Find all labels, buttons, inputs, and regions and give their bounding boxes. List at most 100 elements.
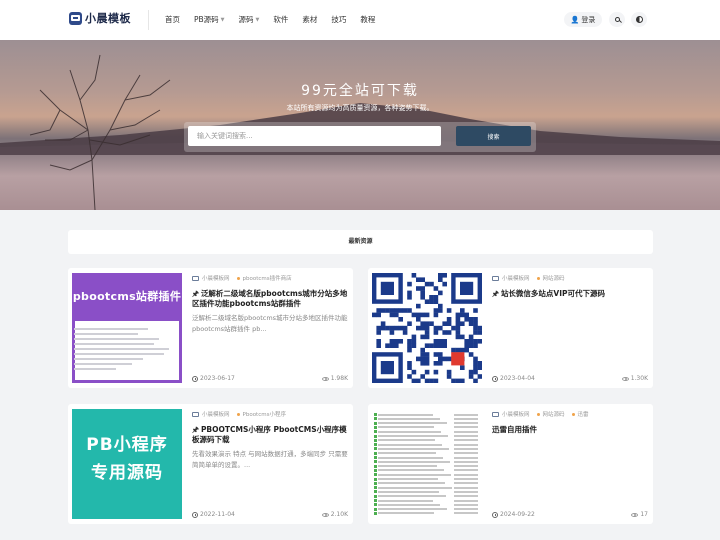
qr-module (455, 312, 461, 318)
list-row-date (454, 413, 478, 416)
card-author[interactable]: 小晨模板网 (202, 410, 230, 418)
card-thumbnail[interactable] (372, 273, 482, 383)
card-title-text: 站长微信多站点VIP可代下源码 (500, 289, 606, 298)
card-title-text: 迅雷自用插件 (492, 425, 537, 434)
card-author[interactable]: 小晨模板网 (502, 410, 530, 418)
monitor-icon (192, 411, 199, 417)
list-row-icon (374, 425, 377, 429)
card-title[interactable]: 🖈 PBOOTCMS小程序 PbootCMS小程序模板源码下载 (192, 425, 348, 445)
list-row-icon (374, 443, 377, 447)
card-category[interactable]: pbootcms插件商店 (243, 274, 292, 282)
qr-module (402, 330, 408, 335)
site-logo[interactable]: 小晨模板 (69, 10, 131, 26)
list-row (378, 465, 437, 468)
card-body: 小晨模板网 网站源码 🖈 站长微信多站点VIP可代下源码 2023-04-04 1… (492, 274, 648, 382)
qr-module (407, 365, 412, 370)
qr-module (411, 378, 417, 383)
list-row (378, 495, 446, 498)
card-thumbnail[interactable]: PB小程序 专用源码 (72, 409, 182, 519)
qr-module (455, 330, 461, 335)
nav-item-pb-source[interactable]: PB源码 ▼ (194, 14, 225, 25)
qr-module (424, 325, 430, 331)
category-dot-icon (536, 276, 540, 280)
card-category[interactable]: 网站源码 (543, 410, 565, 418)
qr-module (438, 352, 443, 357)
qr-module (398, 308, 403, 313)
card-thumbnail[interactable]: pbootcms站群插件 (72, 273, 182, 383)
nav-label: 软件 (273, 15, 289, 24)
qr-module (376, 308, 381, 313)
thumbnail-border (72, 380, 182, 383)
logo-icon (69, 11, 82, 25)
card-footer: 2023-06-17 1.98K (192, 375, 348, 382)
qr-module (473, 365, 478, 370)
card-category[interactable]: Pbootcms小程序 (243, 410, 286, 418)
nav-label: 首页 (165, 15, 180, 24)
resource-card[interactable]: 小晨模板网 网站源码 迅雷 迅雷自用插件 2024-09-22 17 (368, 404, 653, 524)
category-dot-icon (236, 276, 240, 280)
qr-module (424, 321, 430, 326)
search-button[interactable] (609, 12, 625, 27)
user-icon: 👤 (570, 15, 580, 24)
resource-card[interactable]: PB小程序 专用源码 小晨模板网 Pbootcms小程序 🖈 PBOOTCMS小程… (68, 404, 353, 524)
eye-icon (321, 376, 329, 381)
login-button[interactable]: 👤 登录 (564, 12, 602, 27)
qr-module (376, 312, 381, 318)
nav-item-tutorials[interactable]: 教程 (360, 14, 375, 25)
qr-module (407, 281, 412, 287)
date-text: 2023-06-17 (200, 375, 235, 382)
search-submit-button[interactable]: 搜索 (456, 126, 531, 146)
qr-module (473, 325, 478, 331)
views-text: 1.98K (330, 375, 348, 382)
card-title[interactable]: 迅雷自用插件 (492, 425, 648, 435)
qr-module (420, 352, 425, 357)
card-tag[interactable]: 迅雷 (578, 410, 589, 418)
card-author[interactable]: 小晨模板网 (202, 274, 230, 282)
qr-module (411, 334, 417, 340)
card-description: 先看效果演示 特点 与网站数据打通，多端同步 只需要简简单单的设置。... (192, 450, 348, 469)
list-row-icon (374, 503, 377, 507)
list-row (378, 508, 447, 511)
qr-module (433, 299, 439, 304)
qr-module (442, 281, 447, 287)
qr-module (407, 347, 412, 353)
qr-module (473, 317, 478, 322)
nav-label: 素材 (302, 15, 318, 24)
qr-module (460, 312, 465, 318)
qr-module (438, 273, 443, 278)
resource-card[interactable]: pbootcms站群插件 小晨模板网 pbootcms插件商店 🖈 泛解析二级域名… (68, 268, 353, 388)
card-title[interactable]: 🖈 泛解析二级域名版pbootcms城市分站多地区插件功能pbootcms站群插件 (192, 289, 348, 309)
list-row-date (454, 486, 478, 489)
nav-item-software[interactable]: 软件 (273, 14, 288, 25)
qr-module (433, 308, 439, 313)
nav-label: PB源码 (194, 15, 219, 24)
qr-module (442, 339, 447, 344)
card-thumbnail[interactable] (372, 409, 482, 519)
qr-module (433, 312, 439, 318)
nav-item-home[interactable]: 首页 (165, 14, 180, 25)
qr-module (376, 339, 381, 344)
qr-module (420, 361, 425, 366)
list-row (378, 435, 448, 437)
qr-module (424, 356, 430, 362)
qr-module (424, 378, 430, 383)
qr-module (372, 312, 377, 318)
card-author[interactable]: 小晨模板网 (502, 274, 530, 282)
search-input[interactable] (188, 126, 441, 146)
card-category[interactable]: 网站源码 (543, 274, 565, 282)
qr-module (407, 308, 412, 313)
qr-module (442, 356, 447, 362)
qr-module (433, 286, 439, 291)
card-title[interactable]: 🖈 站长微信多站点VIP可代下源码 (492, 289, 648, 299)
list-row-date (454, 422, 478, 425)
qr-module (394, 339, 399, 344)
qr-module (389, 343, 395, 348)
nav-item-materials[interactable]: 素材 (302, 14, 317, 25)
theme-toggle-button[interactable] (631, 12, 647, 27)
resource-card[interactable]: 小晨模板网 网站源码 🖈 站长微信多站点VIP可代下源码 2023-04-04 1… (368, 268, 653, 388)
qr-module (385, 343, 390, 348)
qr-module (420, 290, 425, 296)
nav-item-source[interactable]: 源码 ▼ (239, 14, 260, 25)
qr-module (464, 312, 469, 318)
nav-item-tips[interactable]: 技巧 (331, 14, 346, 25)
